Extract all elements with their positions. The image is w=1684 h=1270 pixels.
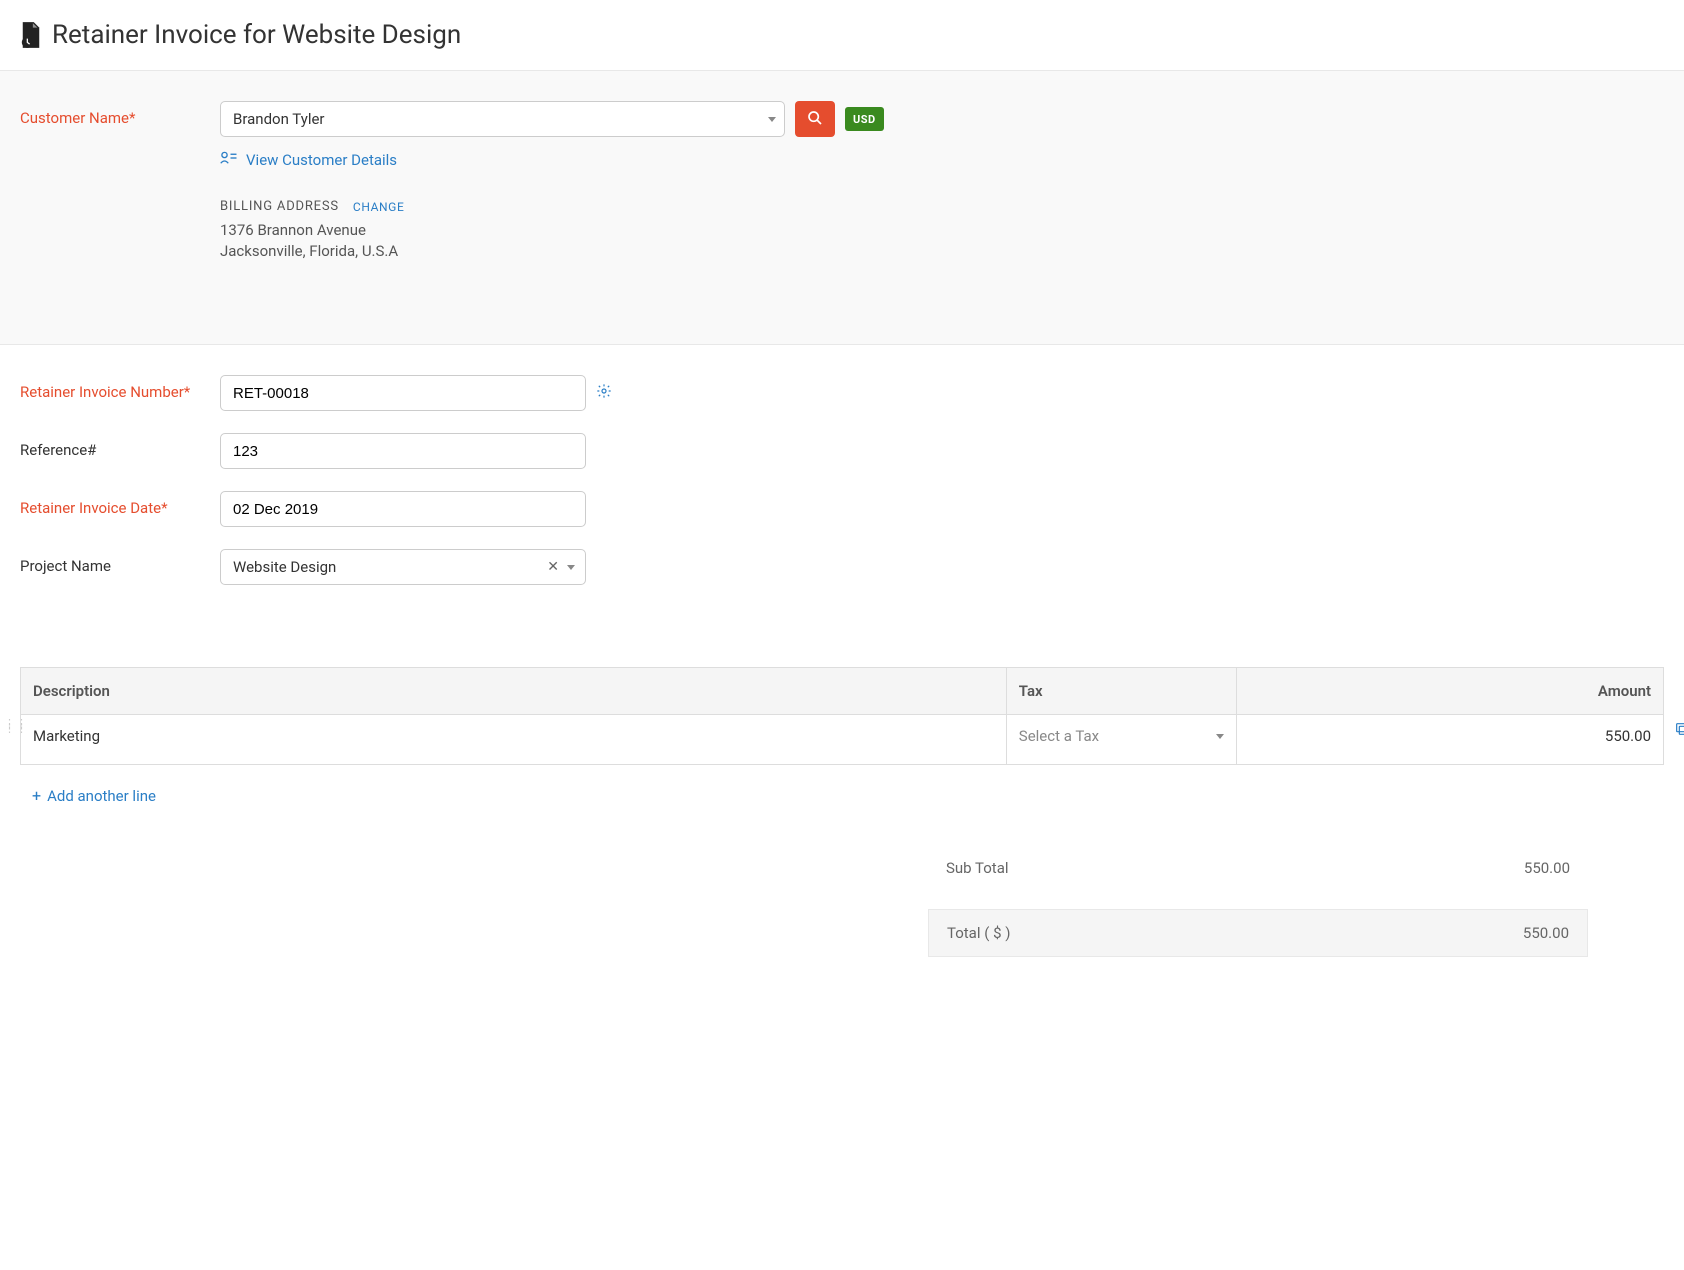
project-name-value: Website Design — [233, 558, 336, 576]
total-label: Total ( $ ) — [947, 924, 1010, 942]
line-description-cell[interactable]: Marketing — [21, 715, 1007, 765]
page-title: Retainer Invoice for Website Design — [52, 20, 461, 50]
subtotal-label: Sub Total — [946, 859, 1009, 877]
page-header: Retainer Invoice for Website Design — [0, 0, 1684, 70]
billing-address-block: BILLING ADDRESS CHANGE 1376 Brannon Aven… — [220, 199, 920, 262]
chevron-down-icon — [1216, 734, 1224, 739]
subtotal-value: 550.00 — [1524, 859, 1570, 877]
customer-name-value: Brandon Tyler — [233, 110, 325, 128]
line-amount-cell[interactable]: 550.00 — [1236, 715, 1663, 765]
line-tax-cell[interactable]: Select a Tax — [1006, 715, 1236, 765]
line-items-table: Description Tax Amount Marketing Select … — [20, 667, 1664, 765]
plus-icon: + — [32, 788, 41, 804]
view-customer-details-link[interactable]: View Customer Details — [246, 151, 397, 169]
header-amount: Amount — [1236, 668, 1663, 715]
total-value: 550.00 — [1523, 924, 1569, 942]
chevron-down-icon — [768, 117, 776, 122]
line-tax-placeholder: Select a Tax — [1019, 727, 1099, 745]
user-details-icon — [220, 151, 238, 169]
customer-name-label: Customer Name* — [20, 101, 220, 127]
project-name-label: Project Name — [20, 549, 220, 575]
customer-name-select[interactable]: Brandon Tyler — [220, 101, 785, 137]
line-item-row: Marketing Select a Tax 550.00 — [21, 715, 1664, 765]
change-billing-link[interactable]: CHANGE — [353, 200, 404, 214]
invoice-number-label: Retainer Invoice Number* — [20, 375, 220, 401]
customer-section: Customer Name* Brandon Tyler USD — [0, 70, 1684, 345]
retainer-invoice-icon — [20, 22, 42, 48]
copy-line-icon[interactable] — [1674, 721, 1684, 741]
chevron-down-icon — [567, 565, 575, 570]
reference-label: Reference# — [20, 433, 220, 459]
line-items-section: ⋮⋮⋮⋮ Description Tax Amount Marketing Se… — [0, 647, 1684, 977]
invoice-fields-section: Retainer Invoice Number* Reference# Reta… — [0, 345, 1684, 647]
project-name-select[interactable]: Website Design ✕ — [220, 549, 586, 585]
address-line-1: 1376 Brannon Avenue — [220, 220, 920, 241]
clear-project-icon[interactable]: ✕ — [547, 559, 559, 575]
customer-search-button[interactable] — [795, 101, 835, 137]
invoice-date-label: Retainer Invoice Date* — [20, 491, 220, 517]
totals-block: Sub Total 550.00 Total ( $ ) 550.00 — [928, 845, 1588, 957]
add-line-label: Add another line — [47, 787, 156, 805]
search-icon — [807, 110, 823, 129]
add-line-button[interactable]: + Add another line — [32, 787, 156, 805]
invoice-number-input[interactable] — [220, 375, 586, 411]
currency-badge: USD — [845, 107, 884, 131]
header-tax: Tax — [1006, 668, 1236, 715]
billing-address-label: BILLING ADDRESS — [220, 199, 339, 214]
header-description: Description — [21, 668, 1007, 715]
gear-icon — [596, 383, 612, 403]
invoice-number-settings[interactable] — [596, 384, 614, 402]
reference-input[interactable] — [220, 433, 586, 469]
address-line-2: Jacksonville, Florida, U.S.A — [220, 241, 920, 262]
invoice-date-input[interactable] — [220, 491, 586, 527]
